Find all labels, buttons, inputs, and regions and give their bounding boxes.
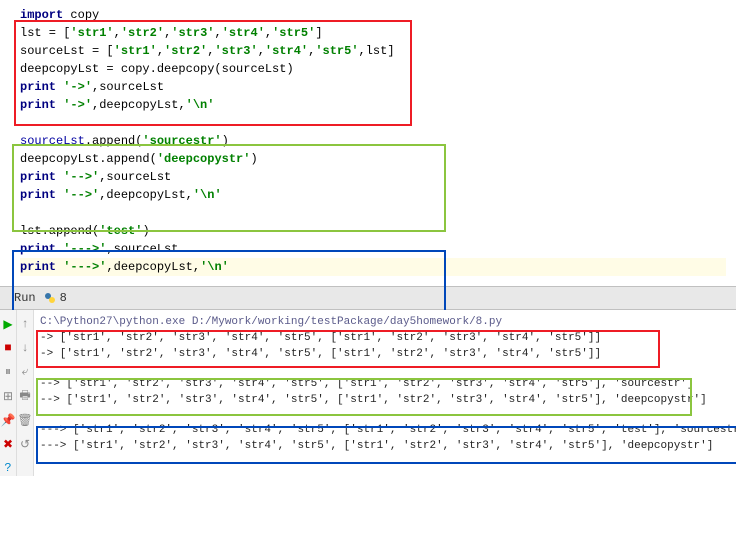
help-icon[interactable]: ? xyxy=(0,460,16,476)
code-line[interactable]: deepcopyLst = copy.deepcopy(sourceLst) xyxy=(20,60,726,78)
run-tab-label: Run xyxy=(6,289,44,307)
pin-icon[interactable]: 📌 xyxy=(0,412,16,428)
code-line[interactable]: lst = ['str1','str2','str3','str4','str5… xyxy=(20,24,726,42)
restore-icon[interactable]: ↺ xyxy=(17,436,33,452)
code-line[interactable]: deepcopyLst.append('deepcopystr') xyxy=(20,150,726,168)
console-panel: ▶ ■ ⏸ ⊞ 📌 ✖ ? ↑ ↓ ⤶ 🖶 🗑 ↺ C:\Python27\py… xyxy=(0,310,736,476)
run-toolbar-right: ↑ ↓ ⤶ 🖶 🗑 ↺ xyxy=(17,310,34,476)
close-icon[interactable]: ✖ xyxy=(0,436,16,452)
up-icon[interactable]: ↑ xyxy=(17,316,33,332)
output-line: --> ['str1', 'str2', 'str3', 'str4', 'st… xyxy=(40,392,736,408)
code-editor[interactable]: import copylst = ['str1','str2','str3','… xyxy=(0,0,736,286)
output-line: ---> ['str1', 'str2', 'str3', 'str4', 's… xyxy=(40,422,736,438)
code-line[interactable]: print '--->',deepcopyLst,'\n' xyxy=(20,258,726,276)
code-line[interactable]: sourceLst.append('sourcestr') xyxy=(20,132,726,150)
pause-icon[interactable]: ⏸ xyxy=(0,364,16,380)
code-line[interactable]: print '->',sourceLst xyxy=(20,78,726,96)
run-toolbar-left: ▶ ■ ⏸ ⊞ 📌 ✖ ? xyxy=(0,310,17,476)
code-line[interactable]: print '->',deepcopyLst,'\n' xyxy=(20,96,726,114)
code-line[interactable]: sourceLst = ['str1','str2','str3','str4'… xyxy=(20,42,726,60)
run-tool-window-header: Run 8 xyxy=(0,286,736,310)
print-icon[interactable]: 🖶 xyxy=(17,388,33,404)
stop-icon[interactable]: ■ xyxy=(0,340,16,356)
run-icon[interactable]: ▶ xyxy=(0,316,16,332)
code-line[interactable]: print '--->',sourceLst xyxy=(20,240,726,258)
code-line[interactable] xyxy=(20,204,726,222)
code-line[interactable]: lst.append('test') xyxy=(20,222,726,240)
output-line: -> ['str1', 'str2', 'str3', 'str4', 'str… xyxy=(40,346,736,362)
code-line[interactable]: print '-->',sourceLst xyxy=(20,168,726,186)
down-icon[interactable]: ↓ xyxy=(17,340,33,356)
code-line[interactable]: print '-->',deepcopyLst,'\n' xyxy=(20,186,726,204)
layout-icon[interactable]: ⊞ xyxy=(0,388,16,404)
run-tab-file: 8 xyxy=(60,291,67,305)
output-line: ---> ['str1', 'str2', 'str3', 'str4', 's… xyxy=(40,438,736,454)
command-line: C:\Python27\python.exe D:/Mywork/working… xyxy=(40,314,736,330)
output-line: -> ['str1', 'str2', 'str3', 'str4', 'str… xyxy=(40,330,736,346)
code-line[interactable]: import copy xyxy=(20,6,726,24)
python-icon xyxy=(44,292,56,304)
trash-icon[interactable]: 🗑 xyxy=(17,412,33,428)
output-line: --> ['str1', 'str2', 'str3', 'str4', 'st… xyxy=(40,376,736,392)
wrap-icon[interactable]: ⤶ xyxy=(17,364,33,380)
code-line[interactable] xyxy=(20,114,726,132)
console-output[interactable]: C:\Python27\python.exe D:/Mywork/working… xyxy=(34,310,736,476)
